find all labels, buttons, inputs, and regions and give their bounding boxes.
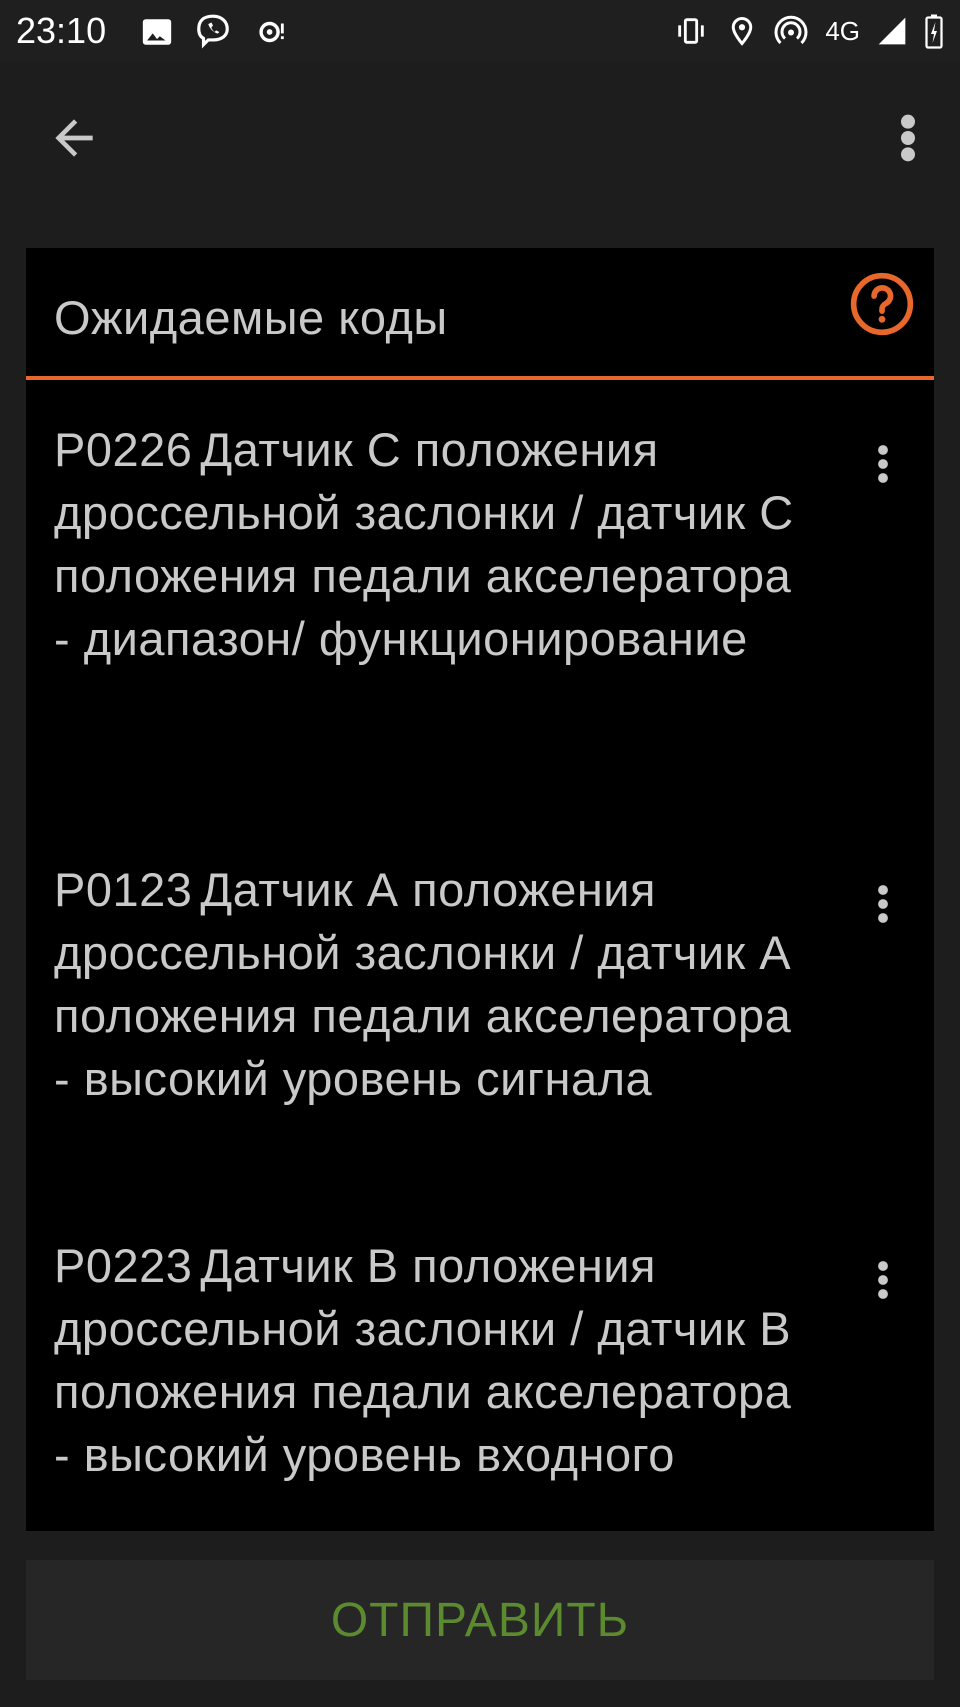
back-button[interactable] xyxy=(46,110,102,166)
image-icon xyxy=(142,19,172,45)
help-button[interactable] xyxy=(848,270,916,338)
notification-icons xyxy=(140,12,290,52)
status-bar: 23:10 4G xyxy=(0,0,960,62)
overflow-menu-button[interactable] xyxy=(896,110,920,166)
code-id: P0223 xyxy=(54,1239,193,1292)
expected-codes-card: Ожидаемые коды P0226 Датчик С положения д… xyxy=(26,248,934,1531)
card-title: Ожидаемые коды xyxy=(54,291,448,344)
status-time: 23:10 xyxy=(16,10,107,51)
code-list: P0226 Датчик С положения дроссельной засл… xyxy=(26,380,934,1531)
code-list-item[interactable]: P0123 Датчик А положения дроссельной засл… xyxy=(26,820,934,1196)
viber-icon xyxy=(197,14,229,49)
send-button[interactable]: ОТПРАВИТЬ xyxy=(26,1560,934,1680)
code-id: P0226 xyxy=(54,423,193,476)
item-menu-button[interactable] xyxy=(876,882,890,926)
code-id: P0123 xyxy=(54,863,193,916)
item-menu-button[interactable] xyxy=(876,1258,890,1302)
item-menu-button[interactable] xyxy=(876,442,890,486)
code-list-item[interactable]: P0223 Датчик В положения дроссельной засл… xyxy=(26,1196,934,1531)
card-header: Ожидаемые коды xyxy=(26,248,934,380)
code-text: P0223 Датчик В положения дроссельной засл… xyxy=(54,1234,814,1486)
arrow-back-icon xyxy=(55,119,93,157)
code-text: P0123 Датчик А положения дроссельной засл… xyxy=(54,858,814,1110)
battery-icon xyxy=(925,14,943,49)
location-icon xyxy=(732,16,753,46)
send-button-label: ОТПРАВИТЬ xyxy=(330,1593,630,1647)
top-app-bar xyxy=(0,62,960,212)
code-list-item[interactable]: P0226 Датчик С положения дроссельной засл… xyxy=(26,380,934,820)
more-vert-icon xyxy=(878,1261,888,1299)
more-vert-icon xyxy=(878,885,888,923)
sync-icon xyxy=(259,21,284,43)
signal-icon xyxy=(878,17,906,45)
code-text: P0226 Датчик С положения дроссельной засл… xyxy=(54,418,814,670)
more-vert-icon xyxy=(901,114,915,162)
help-circle-icon xyxy=(850,272,914,336)
more-vert-icon xyxy=(878,445,888,483)
hotspot-icon xyxy=(774,15,808,45)
vibrate-icon xyxy=(678,18,705,44)
network-type: 4G xyxy=(825,15,860,46)
system-icons: 4G xyxy=(671,10,944,52)
